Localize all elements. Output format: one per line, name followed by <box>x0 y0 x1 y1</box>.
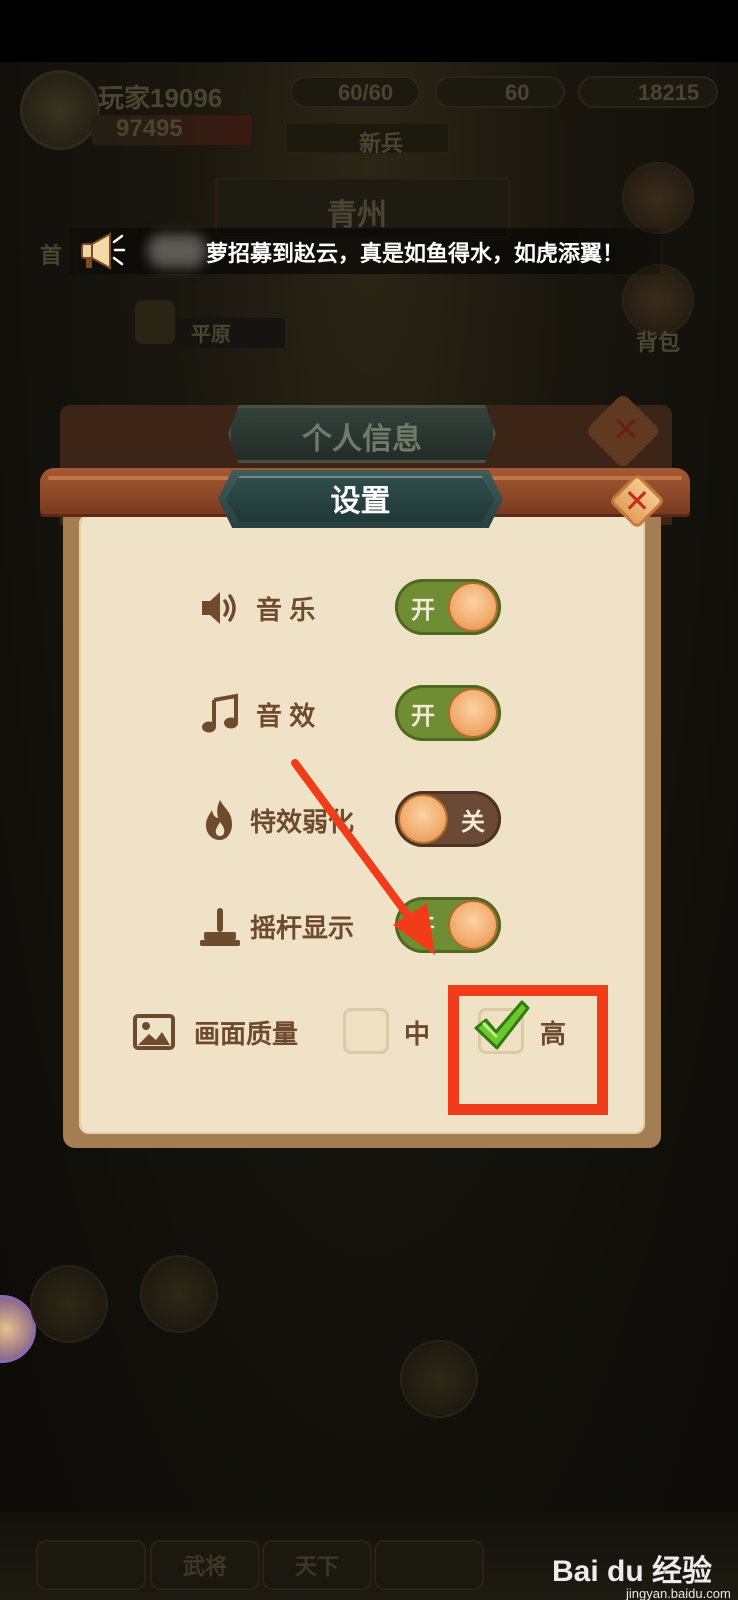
settings-close-button[interactable]: ✕ <box>608 472 666 530</box>
right-menu-button-1[interactable] <box>622 162 694 234</box>
watermark-brand: Bai du 经验 <box>552 1555 713 1588</box>
personal-info-tab: 个人信息 <box>228 405 496 463</box>
resource-3[interactable]: 18215 <box>578 76 718 108</box>
music-note-icon <box>198 692 242 736</box>
quality-medium-label: 中 <box>404 1019 431 1049</box>
sound-effects-toggle[interactable]: 开 <box>395 685 501 741</box>
stamina-value: 60/60 <box>338 80 394 105</box>
toggle-knob <box>448 582 498 632</box>
resource-2-value: 60 <box>505 80 530 105</box>
sound-effects-toggle-state: 开 <box>411 703 435 730</box>
annotation-arrow <box>285 755 455 965</box>
joystick-icon <box>198 904 242 948</box>
music-toggle-state: 开 <box>411 597 435 624</box>
resource-2[interactable]: 60 <box>435 76 565 108</box>
newbie-button[interactable]: 新兵 <box>285 122 450 156</box>
area-label: 平原 <box>175 318 285 348</box>
left-menu-label: 首 <box>40 243 63 268</box>
resource-3-value: 18215 <box>638 80 700 105</box>
player-name: 玩家19096 <box>98 83 223 113</box>
baidu-watermark: Bai du 经验 jingyan.baidu.com <box>552 1540 732 1600</box>
plain-icon <box>135 300 175 344</box>
watermark-url: jingyan.baidu.com <box>626 1586 731 1600</box>
status-bar-area <box>0 0 738 62</box>
sound-effects-label: 音 效 <box>256 701 316 731</box>
quality-medium-checkbox[interactable] <box>343 1008 389 1054</box>
personal-info-title: 个人信息 <box>302 423 422 456</box>
redacted-name <box>148 234 206 268</box>
newbie-label: 新兵 <box>359 131 404 156</box>
player-score: 97495 <box>92 115 252 145</box>
resource-stamina[interactable]: 60/60 <box>290 76 420 108</box>
close-icon: ✕ <box>623 482 651 520</box>
player-avatar[interactable] <box>20 70 100 150</box>
flame-icon <box>198 798 242 842</box>
close-icon: ✕ <box>611 410 641 450</box>
effects-reduction-toggle-state: 关 <box>461 809 485 836</box>
speaker-icon <box>198 586 242 630</box>
announcement-text: 萝招募到赵云，真是如鱼得水，如虎添翼！ <box>206 241 625 266</box>
bottom-circle-button-2[interactable] <box>140 1255 218 1333</box>
nav-item-world[interactable]: 天下 <box>262 1540 372 1590</box>
toggle-knob <box>448 688 498 738</box>
megaphone-icon <box>78 228 126 272</box>
backpack-label: 背包 <box>636 330 681 355</box>
nav-item-4[interactable] <box>374 1540 484 1590</box>
graphics-quality-label: 画面质量 <box>194 1019 299 1049</box>
image-icon <box>132 1010 176 1054</box>
music-label: 音 乐 <box>256 595 316 625</box>
bottom-circle-button-1[interactable] <box>30 1265 108 1343</box>
bottom-circle-button-3[interactable] <box>400 1340 478 1418</box>
music-toggle[interactable]: 开 <box>395 579 501 635</box>
nav-item-generals[interactable]: 武将 <box>150 1540 260 1590</box>
nav-item-1[interactable] <box>36 1540 146 1590</box>
settings-title: 设置 <box>330 485 391 518</box>
annotation-highlight-box <box>448 985 608 1115</box>
toggle-knob <box>448 900 498 950</box>
